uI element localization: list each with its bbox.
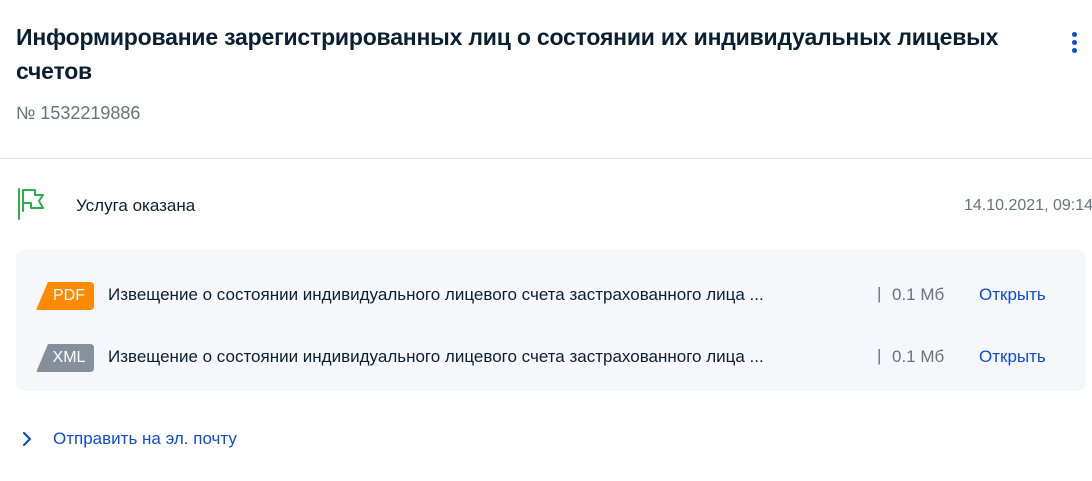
page-title: Информирование зарегистрированных лиц о … <box>16 24 999 84</box>
file-separator: | <box>877 284 882 303</box>
status-row: Услуга оказана 14.10.2021, 09:14 <box>16 187 1092 225</box>
file-name: Извещение о состоянии индивидуального ли… <box>108 347 764 366</box>
file-separator: | <box>877 346 882 365</box>
files-list: PDF Извещение о состоянии индивидуальног… <box>16 250 1086 391</box>
status-date: 14.10.2021, 09:14 <box>963 197 1092 214</box>
xml-file-icon: XML <box>36 344 94 372</box>
file-item: XML Извещение о состоянии индивидуальног… <box>16 340 1086 376</box>
file-size: 0.1 Мб <box>892 347 945 366</box>
file-size: 0.1 Мб <box>892 285 945 304</box>
file-name: Извещение о состоянии индивидуального ли… <box>108 285 764 304</box>
more-menu-button[interactable] <box>1066 30 1084 54</box>
status-text: Услуга оказана <box>76 196 196 215</box>
file-item: PDF Извещение о состоянии индивидуальног… <box>16 278 1086 314</box>
flag-icon <box>16 187 46 221</box>
open-file-link[interactable]: Открыть <box>979 347 1046 367</box>
pdf-file-icon: PDF <box>36 282 94 310</box>
send-email-label[interactable]: Отправить на эл. почту <box>53 429 237 449</box>
chevron-right-icon[interactable] <box>20 431 34 447</box>
header: Информирование зарегистрированных лиц о … <box>16 20 1046 88</box>
divider <box>0 158 1092 159</box>
open-file-link[interactable]: Открыть <box>979 285 1046 305</box>
application-number: № 1532219886 <box>16 103 141 123</box>
